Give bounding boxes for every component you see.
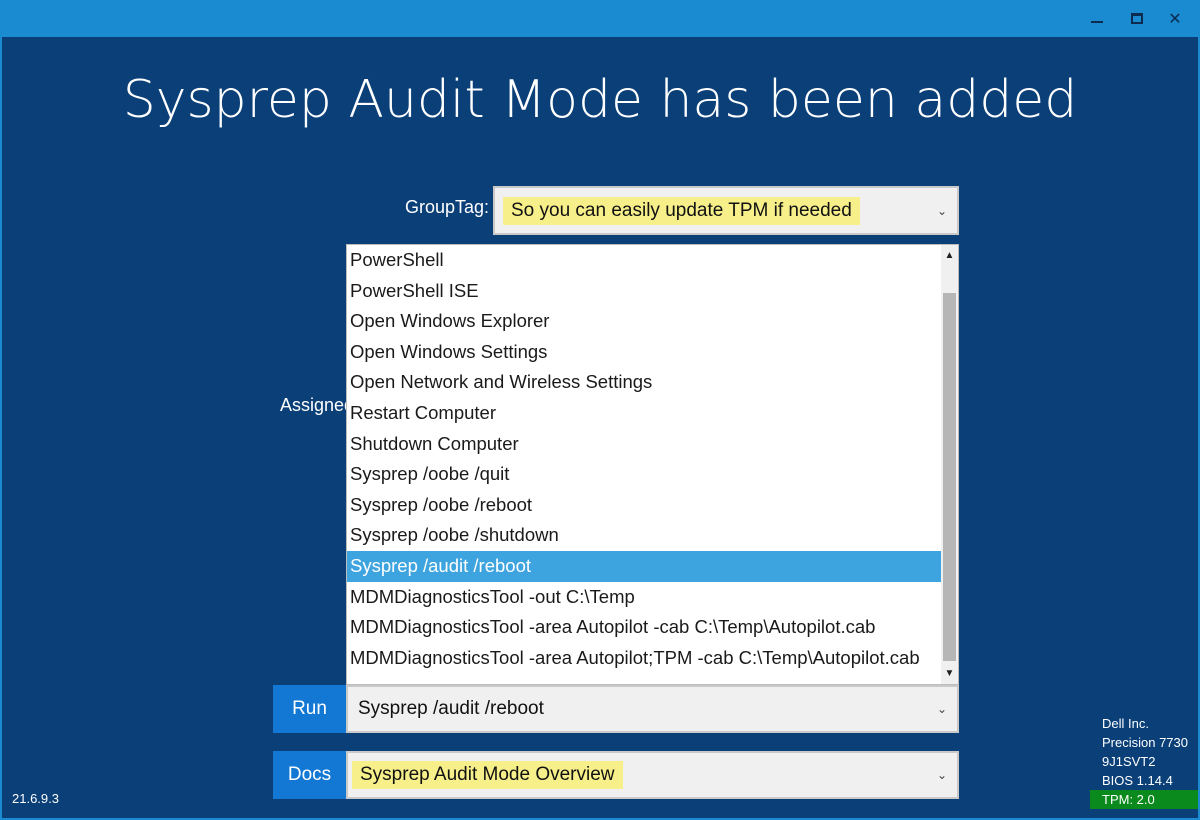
list-item[interactable]: Open Windows Explorer [347, 306, 941, 337]
serial-text: 9J1SVT2 [1102, 754, 1156, 769]
bios-text: BIOS 1.14.4 [1102, 773, 1173, 788]
title-bar: ✕ [0, 0, 1200, 37]
list-item[interactable]: PowerShell ISE [347, 276, 941, 307]
version-text: 21.6.9.3 [12, 791, 59, 806]
grouptag-combobox[interactable]: So you can easily update TPM if needed ⌄ [493, 186, 959, 235]
list-item[interactable]: Sysprep /oobe /quit [347, 459, 941, 490]
list-item[interactable]: MDMDiagnosticsTool -area Autopilot;TPM -… [347, 643, 941, 674]
run-combo-value: Sysprep /audit /reboot [358, 698, 544, 719]
maximize-icon [1131, 13, 1143, 24]
run-combobox[interactable]: Sysprep /audit /reboot ⌄ [346, 685, 959, 733]
scroll-up-arrow-icon[interactable]: ▲ [941, 247, 958, 264]
list-item[interactable]: Sysprep /audit /reboot [347, 550, 941, 582]
maximize-button[interactable] [1117, 0, 1157, 37]
list-item[interactable]: Open Network and Wireless Settings [347, 367, 941, 398]
assigned-label: Assigned [280, 395, 355, 415]
docs-combo-value: Sysprep Audit Mode Overview [352, 761, 623, 789]
model-text: Precision 7730 [1102, 735, 1188, 750]
list-item[interactable]: Shutdown Computer [347, 429, 941, 460]
close-icon: ✕ [1168, 10, 1182, 28]
chevron-down-icon: ⌄ [936, 702, 947, 716]
command-list: PowerShell PowerShell ISE Open Windows Exp… [347, 245, 958, 673]
list-item[interactable]: Open Windows Settings [347, 337, 941, 368]
chevron-down-icon: ⌄ [936, 768, 947, 782]
manufacturer-text: Dell Inc. [1102, 716, 1149, 731]
grouptag-label: GroupTag: [405, 197, 490, 217]
close-button[interactable]: ✕ [1155, 0, 1195, 37]
chevron-down-icon: ⌄ [936, 203, 947, 218]
list-item[interactable]: MDMDiagnosticsTool -area Autopilot -cab … [347, 612, 941, 643]
docs-button[interactable]: Docs [273, 751, 346, 799]
list-item[interactable]: Sysprep /oobe /reboot [347, 490, 941, 521]
list-item[interactable]: MDMDiagnosticsTool -out C:\Temp [347, 582, 941, 613]
list-item[interactable]: Sysprep /oobe /shutdown [347, 520, 941, 551]
docs-combobox[interactable]: Sysprep Audit Mode Overview ⌄ [346, 751, 959, 799]
page-title: Sysprep Audit Mode has been added [122, 70, 1078, 130]
minimize-button[interactable] [1077, 0, 1117, 37]
scroll-thumb[interactable] [943, 293, 956, 661]
list-item[interactable]: PowerShell [347, 245, 941, 276]
minimize-icon [1091, 20, 1103, 23]
scroll-down-arrow-icon[interactable]: ▼ [941, 665, 958, 682]
command-dropdown-list[interactable]: PowerShell PowerShell ISE Open Windows Exp… [346, 244, 959, 685]
tpm-status-badge: TPM: 2.0 [1090, 790, 1198, 809]
list-scrollbar[interactable]: ▲ ▼ [941, 245, 958, 684]
run-button[interactable]: Run [273, 685, 346, 733]
grouptag-value: So you can easily update TPM if needed [503, 196, 860, 225]
system-info-panel: Dell Inc. Precision 7730 9J1SVT2 BIOS 1.… [1090, 714, 1198, 809]
list-item[interactable]: Restart Computer [347, 398, 941, 429]
window-border-left [0, 37, 2, 820]
